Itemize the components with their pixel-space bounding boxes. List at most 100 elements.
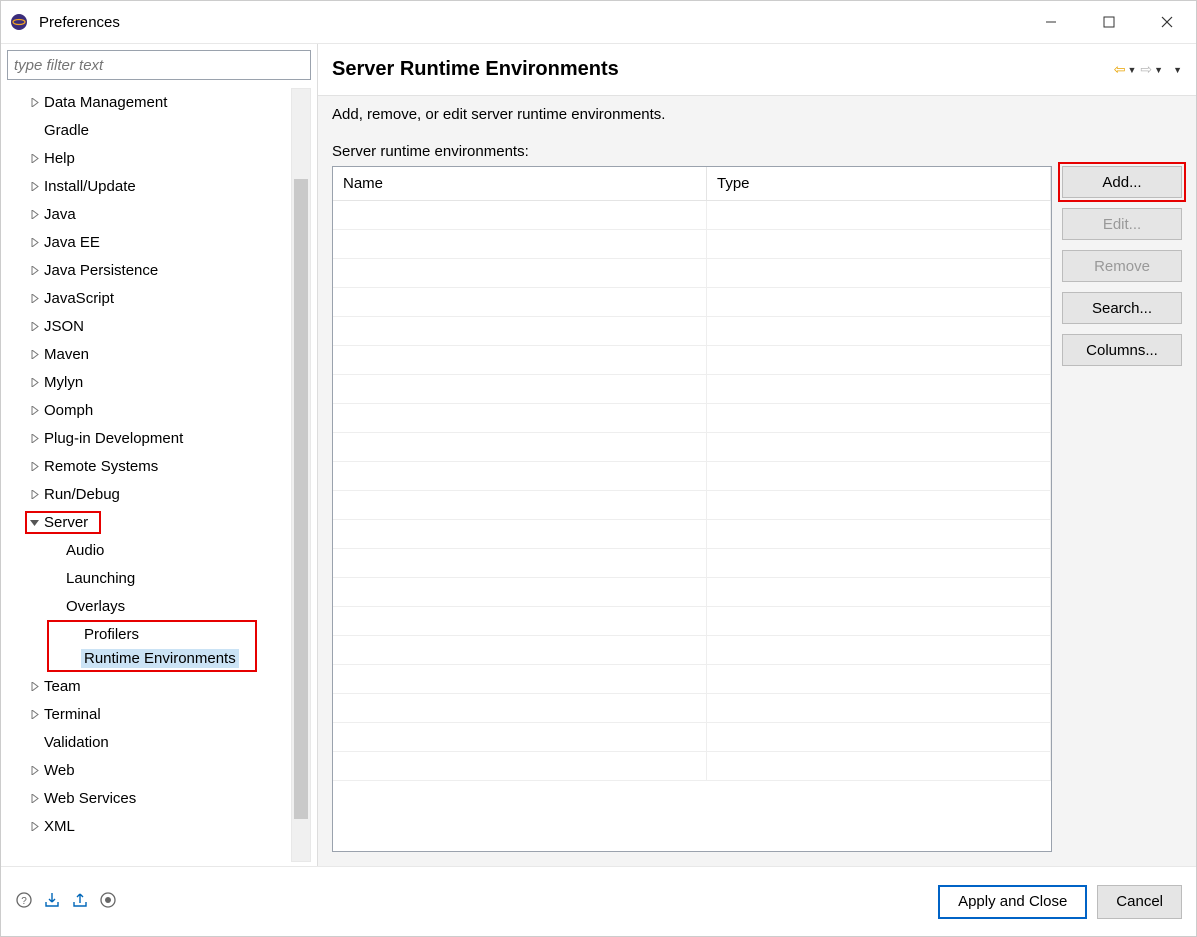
nav-forward-menu-icon[interactable]: ▼ [1154,65,1163,75]
tree-item-server[interactable]: Server [7,508,291,536]
table-row[interactable] [333,433,1051,462]
table-row[interactable] [333,694,1051,723]
tree-item-label: JavaScript [41,289,117,308]
maximize-button[interactable] [1080,2,1138,42]
tree-item-maven[interactable]: Maven [7,340,291,368]
table-row[interactable] [333,723,1051,752]
table-row[interactable] [333,491,1051,520]
chevron-right-icon[interactable] [27,434,41,443]
edit-button[interactable]: Edit... [1062,208,1182,240]
chevron-right-icon[interactable] [27,710,41,719]
table-body [333,201,1051,851]
cancel-button[interactable]: Cancel [1097,885,1182,919]
chevron-right-icon[interactable] [27,266,41,275]
tree-item-label: Server [41,513,91,532]
chevron-right-icon[interactable] [27,322,41,331]
scrollbar-thumb[interactable] [294,179,308,819]
tree-item-oomph[interactable]: Oomph [7,396,291,424]
chevron-right-icon[interactable] [27,490,41,499]
tree-item-overlays[interactable]: Overlays [7,592,291,620]
oomph-record-icon[interactable] [99,891,117,912]
tree-item-launching[interactable]: Launching [7,564,291,592]
close-button[interactable] [1138,2,1196,42]
tree-item-java[interactable]: Java [7,200,291,228]
tree-item-plug-in-development[interactable]: Plug-in Development [7,424,291,452]
minimize-button[interactable] [1022,2,1080,42]
footer-icons: ? [15,891,117,912]
nav-forward-icon[interactable]: ⇨ [1140,61,1152,78]
chevron-down-icon[interactable] [27,518,41,527]
tree-item-audio[interactable]: Audio [7,536,291,564]
table-row[interactable] [333,375,1051,404]
column-type[interactable]: Type [707,167,1051,200]
tree-item-javascript[interactable]: JavaScript [7,284,291,312]
preferences-tree[interactable]: Data ManagementGradleHelpInstall/UpdateJ… [7,84,291,866]
table-row[interactable] [333,288,1051,317]
table-row[interactable] [333,230,1051,259]
remove-button[interactable]: Remove [1062,250,1182,282]
eclipse-icon [9,12,29,32]
chevron-right-icon[interactable] [27,238,41,247]
tree-item-remote-systems[interactable]: Remote Systems [7,452,291,480]
chevron-right-icon[interactable] [27,154,41,163]
tree-item-help[interactable]: Help [7,144,291,172]
tree-item-runtime-environments[interactable]: Runtime Environments [49,646,255,670]
chevron-right-icon[interactable] [27,294,41,303]
chevron-right-icon[interactable] [27,182,41,191]
table-row[interactable] [333,665,1051,694]
columns-button[interactable]: Columns... [1062,334,1182,366]
table-row[interactable] [333,317,1051,346]
filter-input[interactable] [7,50,311,80]
tree-item-team[interactable]: Team [7,672,291,700]
tree-item-web[interactable]: Web [7,756,291,784]
chevron-right-icon[interactable] [27,462,41,471]
tree-item-label: Maven [41,345,92,364]
tree-item-terminal[interactable]: Terminal [7,700,291,728]
import-icon[interactable] [43,891,61,912]
nav-back-menu-icon[interactable]: ▼ [1128,65,1137,75]
tree-item-mylyn[interactable]: Mylyn [7,368,291,396]
tree-item-java-ee[interactable]: Java EE [7,228,291,256]
table-row[interactable] [333,404,1051,433]
chevron-right-icon[interactable] [27,98,41,107]
table-row[interactable] [333,752,1051,781]
chevron-right-icon[interactable] [27,682,41,691]
table-row[interactable] [333,346,1051,375]
chevron-right-icon[interactable] [27,378,41,387]
help-icon[interactable]: ? [15,891,33,912]
tree-item-data-management[interactable]: Data Management [7,88,291,116]
body-area: Data ManagementGradleHelpInstall/UpdateJ… [1,43,1196,866]
tree-item-java-persistence[interactable]: Java Persistence [7,256,291,284]
chevron-right-icon[interactable] [27,406,41,415]
tree-item-xml[interactable]: XML [7,812,291,840]
chevron-right-icon[interactable] [27,766,41,775]
tree-item-web-services[interactable]: Web Services [7,784,291,812]
apply-close-button[interactable]: Apply and Close [938,885,1087,919]
table-row[interactable] [333,578,1051,607]
export-icon[interactable] [71,891,89,912]
search-button[interactable]: Search... [1062,292,1182,324]
table-row[interactable] [333,520,1051,549]
tree-item-json[interactable]: JSON [7,312,291,340]
tree-item-run-debug[interactable]: Run/Debug [7,480,291,508]
table-row[interactable] [333,462,1051,491]
table-row[interactable] [333,259,1051,288]
add-button[interactable]: Add... [1062,166,1182,198]
tree-item-install-update[interactable]: Install/Update [7,172,291,200]
table-row[interactable] [333,607,1051,636]
tree-item-profilers[interactable]: Profilers [49,622,255,646]
tree-item-gradle[interactable]: Gradle [7,116,291,144]
chevron-right-icon[interactable] [27,794,41,803]
table-row[interactable] [333,549,1051,578]
nav-menu-icon[interactable]: ▼ [1173,65,1182,75]
column-name[interactable]: Name [333,167,707,200]
chevron-right-icon[interactable] [27,210,41,219]
tree-scrollbar[interactable] [291,88,311,862]
table-row[interactable] [333,201,1051,230]
nav-back-icon[interactable]: ⇦ [1114,61,1126,78]
tree-item-validation[interactable]: Validation [7,728,291,756]
runtime-table[interactable]: Name Type [332,166,1052,852]
chevron-right-icon[interactable] [27,822,41,831]
chevron-right-icon[interactable] [27,350,41,359]
table-row[interactable] [333,636,1051,665]
